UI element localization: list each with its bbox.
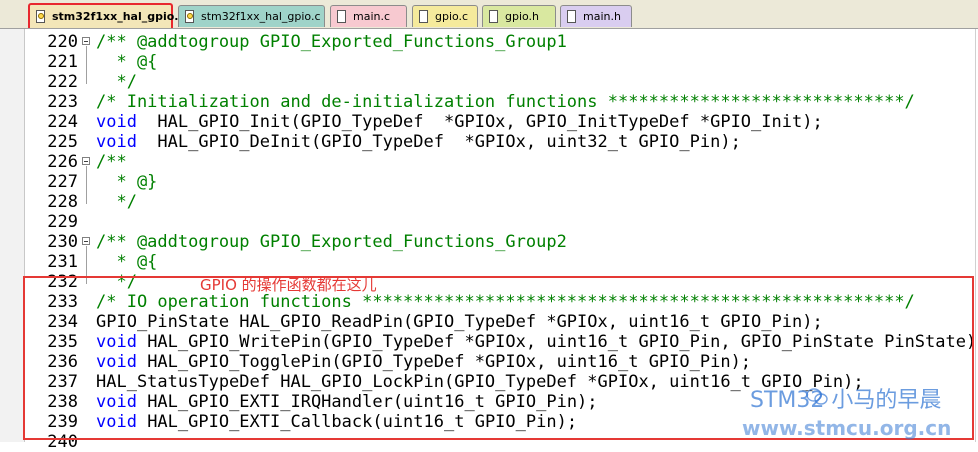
- code-token: HAL_GPIO_DeInit(GPIO_TypeDef *GPIOx, uin…: [136, 132, 741, 152]
- tab-label: main.h: [583, 10, 621, 23]
- annotation-text: GPIO 的操作函数都在这儿: [200, 276, 377, 294]
- code-token: HAL_GPIO_Init(GPIO_TypeDef *GPIOx, GPIO_…: [136, 112, 823, 132]
- watermark-title: STM32 小马的早晨: [750, 388, 942, 413]
- code-text: */: [96, 72, 137, 92]
- comment-token: /**: [96, 152, 127, 172]
- code-text: * @{: [96, 252, 157, 272]
- tab-stm32f1xx-hal-gpio-h[interactable]: stm32f1xx_hal_gpio.h: [28, 3, 186, 28]
- comment-token: */: [96, 72, 137, 92]
- code-line[interactable]: 229: [0, 212, 978, 232]
- comment-token: /** @addtogroup GPIO_Exported_Functions_…: [96, 32, 567, 52]
- comment-token: * @}: [96, 172, 158, 192]
- line-number: 227: [47, 172, 78, 192]
- keyword-token: void: [96, 112, 137, 132]
- line-number: 230: [47, 232, 78, 252]
- code-text: * @{: [96, 52, 157, 72]
- tab-stm32f1xx-hal-gpio-c[interactable]: stm32f1xx_hal_gpio.c: [178, 5, 325, 27]
- code-line[interactable]: 230 /** @addtogroup GPIO_Exported_Functio…: [0, 232, 978, 252]
- tab-label: stm32f1xx_hal_gpio.h: [52, 10, 187, 23]
- line-number: 229: [47, 212, 78, 232]
- line-number: 228: [47, 192, 78, 212]
- tab-main-c[interactable]: main.c: [330, 5, 407, 27]
- fold-collapse-icon[interactable]: [82, 157, 90, 165]
- code-line[interactable]: 221 * @{: [0, 52, 978, 72]
- file-tab-bar: stm32f1xx_hal_gpio.h stm32f1xx_hal_gpio.c…: [0, 0, 978, 29]
- code-text: * @}: [96, 172, 157, 192]
- comment-token: /** @addtogroup GPIO_Exported_Functions_…: [96, 232, 567, 252]
- tab-label: stm32f1xx_hal_gpio.c: [201, 10, 321, 23]
- wechat-icon: [806, 388, 828, 405]
- tab-label: main.c: [353, 10, 391, 23]
- code-text: void HAL_GPIO_Init(GPIO_TypeDef *GPIOx, …: [96, 112, 823, 132]
- code-line[interactable]: 223 /* Initialization and de-initializati…: [0, 92, 978, 112]
- file-icon: [567, 10, 576, 23]
- line-number: 220: [47, 32, 78, 52]
- line-number: 226: [47, 152, 78, 172]
- file-icon: [337, 10, 346, 23]
- fold-collapse-icon[interactable]: [82, 237, 90, 245]
- comment-token: * @{: [96, 52, 158, 72]
- watermark-url: www.stmcu.org.cn: [742, 416, 952, 440]
- file-icon: [419, 10, 428, 23]
- code-line[interactable]: 231 * @{: [0, 252, 978, 272]
- code-line[interactable]: 225 void HAL_GPIO_DeInit(GPIO_TypeDef *GP…: [0, 132, 978, 152]
- code-line[interactable]: 220 /** @addtogroup GPIO_Exported_Functio…: [0, 32, 978, 52]
- code-line[interactable]: 228 */: [0, 192, 978, 212]
- line-number: 221: [47, 52, 78, 72]
- code-text: /** @addtogroup GPIO_Exported_Functions_…: [96, 232, 567, 252]
- tab-gpio-c[interactable]: gpio.c: [412, 5, 478, 27]
- fold-collapse-icon[interactable]: [82, 37, 90, 45]
- file-icon: [489, 10, 498, 23]
- fold-guide-line: [86, 46, 87, 84]
- code-text: /**: [96, 152, 127, 172]
- header-file-key-icon: [36, 10, 45, 23]
- tab-label: gpio.c: [435, 10, 469, 23]
- code-line[interactable]: 227 * @}: [0, 172, 978, 192]
- code-text: /* Initialization and de-initialization …: [96, 92, 915, 112]
- fold-guide-line: [86, 166, 87, 204]
- code-text: */: [96, 192, 137, 212]
- line-number: 225: [47, 132, 78, 152]
- code-line[interactable]: 224 void HAL_GPIO_Init(GPIO_TypeDef *GPIO…: [0, 112, 978, 132]
- line-number: 224: [47, 112, 78, 132]
- comment-token: /* Initialization and de-initialization …: [96, 92, 915, 112]
- code-text: void HAL_GPIO_DeInit(GPIO_TypeDef *GPIOx…: [96, 132, 741, 152]
- line-number: 231: [47, 252, 78, 272]
- code-line[interactable]: 222 */: [0, 72, 978, 92]
- code-line[interactable]: 226 /**: [0, 152, 978, 172]
- comment-token: * @{: [96, 252, 158, 272]
- header-file-key-icon: [185, 10, 194, 23]
- code-text: /** @addtogroup GPIO_Exported_Functions_…: [96, 32, 567, 52]
- comment-token: */: [96, 192, 137, 212]
- watermark: STM32 小马的早晨 www.stmcu.org.cn: [742, 382, 978, 442]
- tab-gpio-h[interactable]: gpio.h: [482, 5, 556, 27]
- tab-label: gpio.h: [505, 10, 540, 23]
- keyword-token: void: [96, 132, 137, 152]
- line-number: 222: [47, 72, 78, 92]
- line-number: 223: [47, 92, 78, 112]
- tab-main-h[interactable]: main.h: [560, 5, 632, 27]
